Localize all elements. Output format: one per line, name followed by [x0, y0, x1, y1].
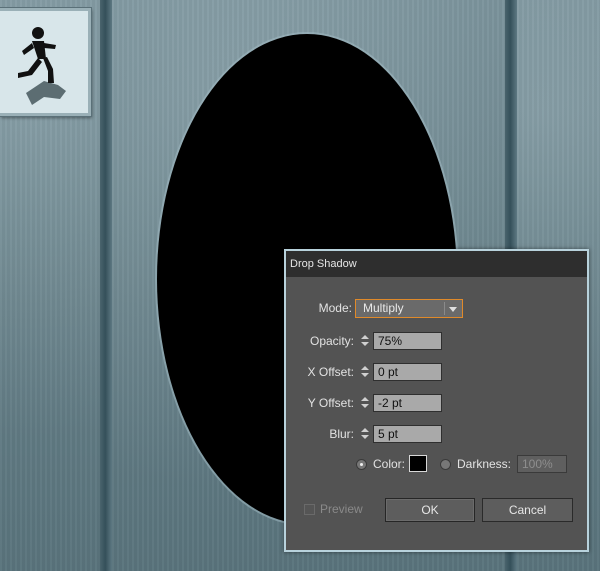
opacity-input[interactable]: 75% [373, 332, 442, 350]
ok-button[interactable]: OK [385, 498, 475, 522]
blur-stepper[interactable] [359, 425, 371, 443]
y-offset-label: Y Offset: [307, 396, 354, 410]
wall-seam [100, 0, 112, 571]
x-offset-input[interactable]: 0 pt [373, 363, 442, 381]
opacity-stepper[interactable] [359, 332, 371, 350]
y-offset-stepper[interactable] [359, 394, 371, 412]
mode-label: Mode: [318, 301, 352, 315]
cancel-button[interactable]: Cancel [482, 498, 573, 522]
preview-checkbox[interactable] [304, 504, 315, 515]
dialog-title: Drop Shadow [286, 251, 587, 277]
mode-value: Multiply [363, 301, 404, 315]
dropdown-divider [444, 302, 445, 315]
mode-dropdown[interactable]: Multiply [355, 299, 463, 318]
darkness-radio[interactable] [440, 459, 451, 470]
preview-label: Preview [320, 502, 363, 516]
running-figure-icon [18, 27, 66, 105]
opacity-label: Opacity: [309, 334, 354, 348]
y-offset-input[interactable]: -2 pt [373, 394, 442, 412]
blur-input[interactable]: 5 pt [373, 425, 442, 443]
color-radio[interactable] [356, 459, 367, 470]
drop-shadow-dialog: Drop Shadow Mode: Multiply Opacity: 75% … [284, 249, 589, 552]
color-label: Color: [373, 457, 406, 471]
x-offset-stepper[interactable] [359, 363, 371, 381]
blur-label: Blur: [329, 427, 354, 441]
shadow-color-swatch[interactable] [409, 455, 427, 472]
chevron-down-icon [449, 307, 457, 312]
darkness-input[interactable]: 100% [517, 455, 567, 473]
darkness-label: Darkness: [457, 457, 512, 471]
x-offset-label: X Offset: [307, 365, 354, 379]
exit-sign [0, 8, 91, 116]
